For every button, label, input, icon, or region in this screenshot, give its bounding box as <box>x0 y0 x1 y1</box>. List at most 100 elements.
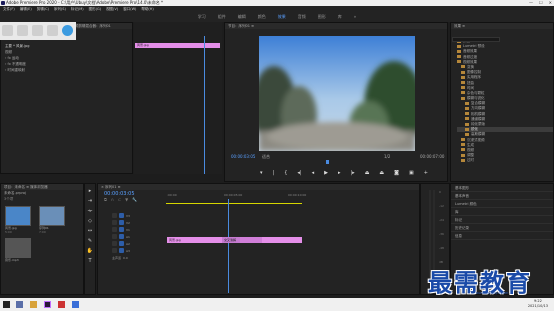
track-lock-icon[interactable] <box>112 220 117 225</box>
step-forward-frame-icon[interactable]: ▸ <box>338 170 341 176</box>
track-header[interactable]: V1 <box>98 226 419 233</box>
program-playhead-marker[interactable] <box>326 160 329 164</box>
panel-tab[interactable]: 基本声音 <box>451 192 553 200</box>
effects-panel: 效果 ≡ 预设Lumetri 预设音频效果音频过渡视频效果变换图像控制实用程序扭… <box>450 22 554 182</box>
file-explorer-icon[interactable] <box>30 301 37 308</box>
master-track[interactable]: 主声道 0.0 <box>98 254 419 261</box>
master-value[interactable]: 0.0 <box>123 256 128 260</box>
track-target-icon[interactable] <box>119 220 124 225</box>
comparison-view-icon[interactable]: ▣ <box>409 170 414 176</box>
track-select-icon[interactable]: ⇥ <box>88 198 92 204</box>
effect-row[interactable]: › 时间重映射 <box>1 67 132 73</box>
workspace-tab[interactable]: 效果 <box>278 12 286 22</box>
track-target-icon[interactable] <box>119 213 124 218</box>
workspace-tab[interactable]: 颜色 <box>258 12 266 22</box>
timeline-ruler[interactable]: :00:00 00:00:05:00 00:00:10:00 <box>166 193 418 198</box>
effect-controls-clip[interactable]: 风景.jpg <box>135 43 220 48</box>
panel-tab[interactable]: 库 <box>451 208 553 216</box>
effect-item-label: 图像控制 <box>467 70 481 75</box>
mark-in-icon[interactable]: ▾ <box>260 170 263 176</box>
workspace-tab[interactable]: 编辑 <box>238 12 246 22</box>
lift-icon[interactable]: ⏏ <box>365 170 370 176</box>
add-button-icon[interactable]: + <box>424 170 428 176</box>
folder-icon <box>465 117 469 121</box>
go-to-in-icon[interactable]: { <box>284 170 287 176</box>
panel-tab[interactable]: 基本图形 <box>451 184 553 192</box>
effects-search-input[interactable] <box>452 37 500 42</box>
folder-icon <box>465 122 469 126</box>
taskview-icon[interactable] <box>16 301 23 308</box>
program-resolution-dropdown[interactable]: 1/2 <box>384 154 390 159</box>
workspace-tab[interactable]: 组件 <box>218 12 226 22</box>
step-forward-icon[interactable]: |▸ <box>350 170 354 176</box>
extract-icon[interactable]: ⏏ <box>379 170 384 176</box>
workspace-tab[interactable]: 音频 <box>298 12 306 22</box>
panel-tab[interactable]: 信息 <box>451 232 553 240</box>
media-thumbnail <box>5 238 31 258</box>
project-item[interactable]: 音乐.mp3 <box>5 238 35 262</box>
pen-tool-icon[interactable]: ✎ <box>88 238 92 244</box>
workspace-tab[interactable]: » <box>354 12 356 22</box>
razor-tool-icon[interactable]: ◇ <box>88 218 92 224</box>
workspace-tab[interactable]: 学习 <box>198 12 206 22</box>
track-header[interactable]: V3 <box>98 212 419 219</box>
meter-label: -24 <box>439 218 444 222</box>
word-taskbar-icon[interactable] <box>72 301 79 308</box>
track-target-icon[interactable] <box>119 234 124 239</box>
step-back-frame-icon[interactable]: ◂ <box>312 170 315 176</box>
hand-tool-icon[interactable]: ✋ <box>87 248 93 254</box>
snap-icon[interactable]: ∩ <box>111 197 114 202</box>
track-header[interactable]: A3 <box>98 247 419 254</box>
selection-tool-icon[interactable]: ▸ <box>89 188 92 194</box>
premiere-taskbar-icon[interactable] <box>44 301 51 308</box>
export-frame-icon[interactable]: ◙ <box>394 170 399 176</box>
track-lock-icon[interactable] <box>112 227 117 232</box>
thumbnail-placeholder[interactable] <box>2 25 13 36</box>
step-back-icon[interactable]: ◂| <box>297 170 301 176</box>
add-marker-icon[interactable]: ▼ <box>125 197 128 202</box>
workspace-tab[interactable]: 图形 <box>318 12 326 22</box>
program-video-frame <box>259 36 415 151</box>
track-lock-icon[interactable] <box>112 248 117 253</box>
watermark-url: www.zxjiaoyu.com <box>476 291 509 295</box>
program-monitor-header[interactable]: 节目：序列01 ≡ <box>225 23 447 29</box>
circle-icon[interactable] <box>62 25 73 36</box>
panel-tab[interactable]: Lumetri 颜色 <box>451 200 553 208</box>
ripple-edit-icon[interactable]: ⟛ <box>88 208 93 214</box>
track-target-icon[interactable] <box>119 241 124 246</box>
settings-wrench-icon[interactable]: 🔧 <box>132 197 137 202</box>
play-icon[interactable]: ▶ <box>324 170 328 176</box>
work-area-bar[interactable] <box>166 203 302 204</box>
track-lock-icon[interactable] <box>112 213 117 218</box>
cross-dissolve-transition[interactable]: 交叉溶解 <box>222 237 240 243</box>
timeline-playhead[interactable] <box>228 199 229 293</box>
thumbnail-placeholder[interactable] <box>17 25 28 36</box>
linked-selection-icon[interactable]: ⊂ <box>118 197 121 202</box>
nest-icon[interactable]: ⧉ <box>104 197 107 202</box>
effect-item-label: 沉浸式视频 <box>467 137 485 142</box>
track-target-icon[interactable] <box>119 227 124 232</box>
workspace-tab[interactable]: 库 <box>338 12 342 22</box>
mark-out-icon[interactable]: | <box>273 170 275 176</box>
panel-tab[interactable]: 标记 <box>451 216 553 224</box>
program-timecode[interactable]: 00:00:03:05 <box>231 154 255 159</box>
track-header[interactable]: V2 <box>98 219 419 226</box>
app-taskbar-icon[interactable] <box>58 301 65 308</box>
project-item[interactable]: 序列01 7:00 <box>39 206 69 234</box>
start-icon[interactable] <box>3 301 10 308</box>
taskbar-date[interactable]: 2021/10/13 <box>528 304 548 309</box>
effect-controls-playhead[interactable] <box>204 36 205 174</box>
track-target-icon[interactable] <box>119 248 124 253</box>
slip-tool-icon[interactable]: ↔ <box>88 228 92 234</box>
track-lock-icon[interactable] <box>112 241 117 246</box>
effect-item-label: 方向模糊 <box>471 106 485 111</box>
type-tool-icon[interactable]: T <box>88 258 91 264</box>
folder-icon <box>461 153 465 157</box>
project-item[interactable]: 风景.jpg 5:00 <box>5 206 35 234</box>
panel-tab[interactable]: 历史记录 <box>451 224 553 232</box>
program-fit-dropdown[interactable]: 适合 <box>262 154 270 160</box>
thumbnail-placeholder[interactable] <box>47 25 58 36</box>
thumbnail-placeholder[interactable] <box>32 25 43 36</box>
effect-item[interactable]: 过时 <box>457 158 553 163</box>
track-lock-icon[interactable] <box>112 234 117 239</box>
